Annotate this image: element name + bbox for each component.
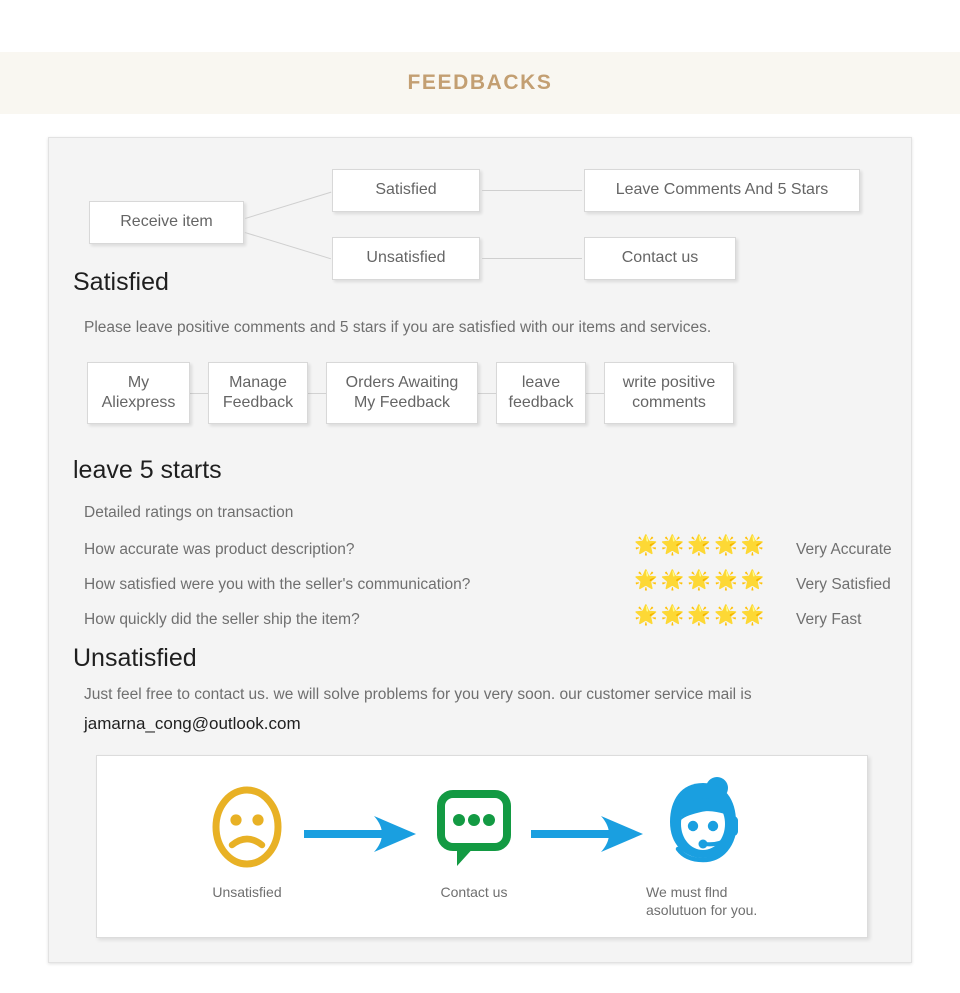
star-icon: 🌟	[687, 535, 715, 556]
support-email[interactable]: jamarna_cong@outlook.com	[84, 714, 301, 733]
step-label: My Aliexpress	[87, 362, 190, 424]
sad-face-icon	[212, 786, 282, 868]
step-label: leave feedback	[496, 362, 586, 424]
step-connector	[478, 392, 496, 394]
feedback-panel: Receive item Satisfied Unsatisfied Leave…	[48, 137, 912, 963]
speech-bubble-icon	[437, 790, 511, 866]
star-icon: 🌟	[634, 570, 661, 591]
arrow-right-icon-1	[304, 816, 416, 857]
page-banner: FEEDBACKS	[0, 52, 960, 114]
page-title: FEEDBACKS	[407, 71, 553, 94]
step-connector	[190, 392, 208, 394]
star-icon: 🌟	[740, 605, 768, 626]
rating-question: How satisfied were you with the seller's…	[84, 576, 471, 593]
star-icon: 🌟	[634, 605, 661, 626]
rating-stars: 🌟🌟🌟🌟🌟	[634, 606, 767, 625]
rating-label: Very Satisfied	[796, 576, 891, 593]
step-box-my-aliexpress: My Aliexpress	[87, 362, 190, 424]
rating-row: How accurate was product description? 🌟🌟…	[84, 536, 894, 572]
process-step-solution: We must flnd asolutuon for you.	[642, 776, 764, 919]
rating-row: How quickly did the seller ship the item…	[84, 606, 894, 642]
rating-stars: 🌟🌟🌟🌟🌟	[634, 536, 767, 555]
rating-label: Very Accurate	[796, 541, 892, 558]
step-box-orders-awaiting: Orders Awaiting My Feedback	[326, 362, 478, 424]
star-icon: 🌟	[660, 570, 688, 591]
flow-box-receive-item: Receive item	[89, 201, 244, 244]
rating-question: How quickly did the seller ship the item…	[84, 611, 360, 628]
decision-flowchart: Receive item Satisfied Unsatisfied Leave…	[49, 138, 913, 283]
satisfied-description: Please leave positive comments and 5 sta…	[84, 319, 712, 336]
star-icon: 🌟	[714, 570, 741, 591]
star-icon: 🌟	[687, 570, 715, 591]
rating-stars: 🌟🌟🌟🌟🌟	[634, 571, 767, 590]
connector-root-to-unsatisfied	[244, 232, 332, 260]
star-icon: 🌟	[634, 535, 661, 556]
unsatisfied-description: Just feel free to contact us. we will so…	[84, 682, 889, 738]
step-label: write positive comments	[604, 362, 734, 424]
ratings-intro: Detailed ratings on transaction	[84, 504, 294, 521]
star-icon: 🌟	[660, 535, 688, 556]
connector-root-to-satisfied	[245, 191, 332, 219]
flow-box-unsatisfied: Unsatisfied	[332, 237, 480, 280]
heading-unsatisfied: Unsatisfied	[73, 644, 197, 672]
step-connector	[308, 392, 326, 394]
feedback-steps-flow: My Aliexpress Manage Feedback Orders Awa…	[87, 362, 734, 424]
support-process-card: Unsatisfied Contact us We must flnd asol…	[96, 755, 868, 938]
star-icon: 🌟	[714, 605, 741, 626]
step-connector	[586, 392, 604, 394]
star-icon: 🌟	[740, 535, 768, 556]
process-step-caption: Contact us	[440, 884, 508, 900]
flow-box-leave-comments: Leave Comments And 5 Stars	[584, 169, 860, 212]
unsatisfied-description-text: Just feel free to contact us. we will so…	[84, 686, 752, 703]
star-icon: 🌟	[687, 605, 715, 626]
flow-box-contact-us: Contact us	[584, 237, 736, 280]
heading-leave-5-stars: leave 5 starts	[73, 456, 222, 484]
process-step-caption: Unsatisfied	[212, 884, 282, 900]
process-step-unsatisfied: Unsatisfied	[192, 784, 302, 901]
arrow-right-icon-2	[531, 816, 643, 857]
rating-label: Very Fast	[796, 611, 862, 628]
rating-question: How accurate was product description?	[84, 541, 355, 558]
connector-unsatisfied-to-action	[482, 258, 582, 259]
step-box-manage-feedback: Manage Feedback	[208, 362, 308, 424]
star-icon: 🌟	[660, 605, 688, 626]
process-step-caption: We must flnd asolutuon for you.	[646, 884, 758, 919]
rating-row: How satisfied were you with the seller's…	[84, 571, 894, 607]
step-box-leave-feedback: leave feedback	[496, 362, 586, 424]
process-step-contact: Contact us	[419, 784, 529, 901]
step-box-write-comments: write positive comments	[604, 362, 734, 424]
star-icon: 🌟	[714, 535, 741, 556]
step-label: Manage Feedback	[208, 362, 308, 424]
connector-satisfied-to-action	[482, 190, 582, 191]
flow-box-satisfied: Satisfied	[332, 169, 480, 212]
heading-satisfied: Satisfied	[73, 268, 169, 296]
support-agent-icon	[670, 777, 738, 863]
star-icon: 🌟	[740, 570, 768, 591]
step-label: Orders Awaiting My Feedback	[326, 362, 478, 424]
